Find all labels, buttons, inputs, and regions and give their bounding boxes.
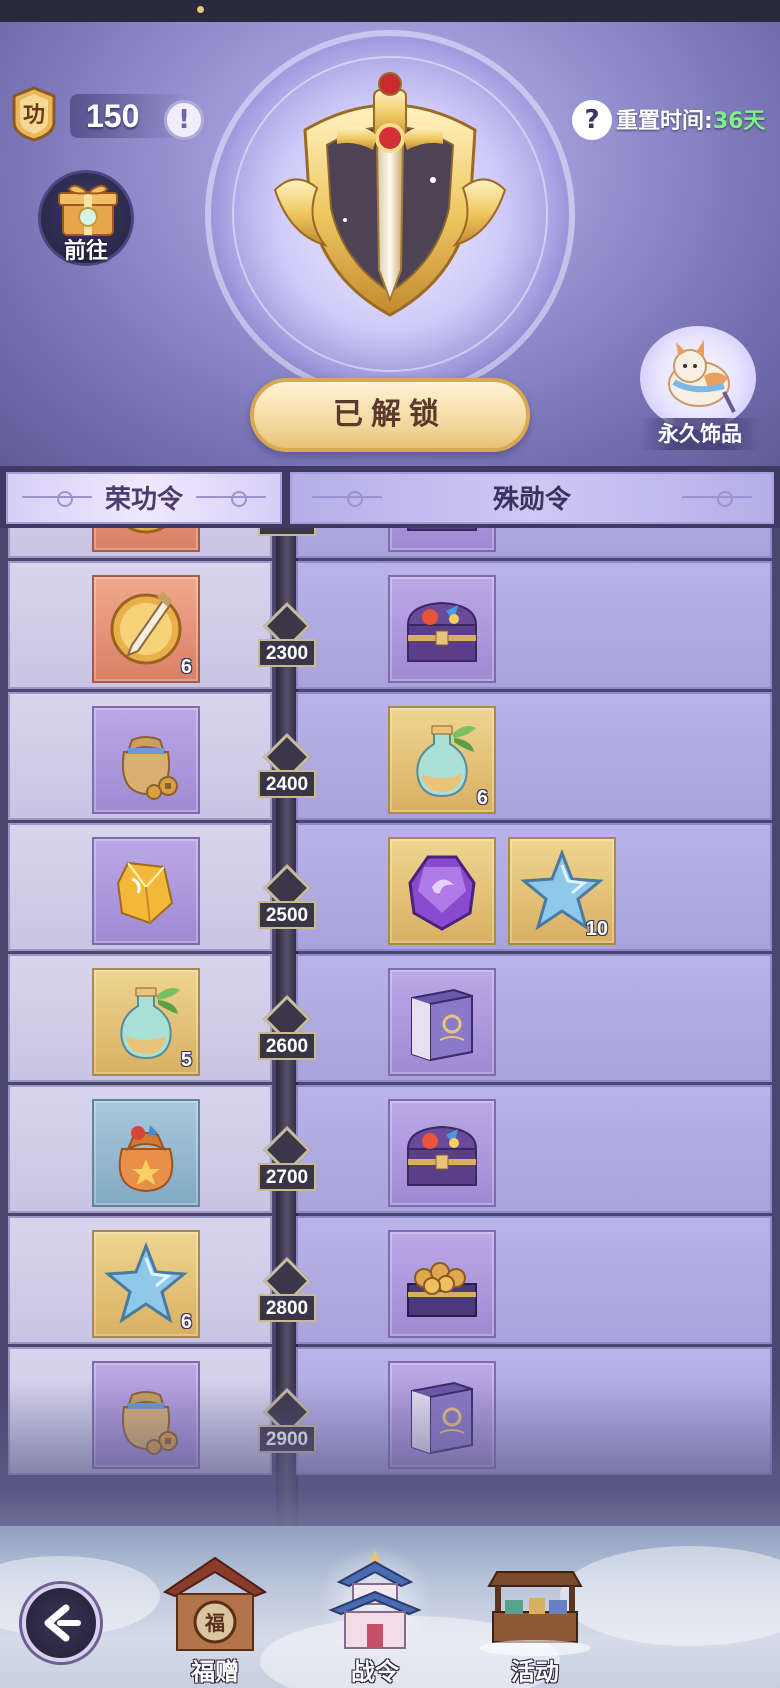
svg-text:功: 功 bbox=[23, 103, 45, 128]
free-reward-cell: 5 bbox=[8, 954, 272, 1082]
potion-bottle-icon bbox=[120, 987, 180, 1060]
pagoda-icon bbox=[328, 1550, 422, 1649]
level-label: 2700 bbox=[258, 1163, 316, 1191]
gift-house-icon: 福 bbox=[162, 1556, 268, 1651]
reward-row: 6 bbox=[8, 1216, 772, 1344]
reward-item[interactable]: 6 bbox=[388, 706, 496, 814]
reward-item[interactable] bbox=[388, 1230, 496, 1338]
reward-row: 5 bbox=[8, 954, 772, 1082]
reward-row: 6 bbox=[8, 692, 772, 820]
premium-reward-cell bbox=[296, 528, 772, 558]
nav-gift[interactable]: 福 福赠 bbox=[150, 1546, 280, 1686]
sword-medal-icon bbox=[127, 528, 165, 534]
free-reward-cell bbox=[8, 823, 272, 951]
reward-item[interactable]: 10 bbox=[508, 837, 616, 945]
sword-emblem-icon bbox=[273, 72, 507, 317]
level-label: 2400 bbox=[258, 770, 316, 798]
coin-pouch-icon bbox=[122, 736, 178, 800]
reward-item[interactable] bbox=[388, 528, 496, 552]
reset-days-value: 36天 bbox=[712, 109, 766, 134]
premium-reward-cell: 6 bbox=[296, 692, 772, 820]
item-count: 6 bbox=[180, 656, 192, 678]
reward-item[interactable] bbox=[92, 528, 200, 552]
permanent-decoration-label: 永久饰品 bbox=[640, 418, 760, 450]
book-icon bbox=[411, 988, 473, 1062]
pass-tabs: 荣功令 殊勋令 bbox=[0, 466, 780, 528]
free-reward-cell bbox=[8, 528, 272, 558]
reward-item[interactable] bbox=[92, 1099, 200, 1207]
market-stall-icon bbox=[479, 1571, 591, 1656]
nav-battle-pass-label: 战令 bbox=[351, 1658, 399, 1686]
battle-pass-screen: 功 150 ! ? 重置时间:36天 前往 已解锁 永久饰品 荣功令 殊勋令 6… bbox=[0, 0, 780, 1688]
potion-bottle-icon bbox=[416, 725, 476, 798]
premium-reward-cell bbox=[296, 1216, 772, 1344]
svg-text:福: 福 bbox=[204, 1611, 225, 1635]
nav-activity[interactable]: 活动 bbox=[470, 1546, 600, 1686]
reward-item[interactable]: 6 bbox=[92, 1230, 200, 1338]
free-reward-cell: 6 bbox=[8, 1216, 272, 1344]
tab-free-pass[interactable]: 荣功令 bbox=[6, 472, 282, 524]
item-count: 6 bbox=[476, 787, 488, 809]
back-button[interactable] bbox=[22, 1584, 100, 1662]
nav-activity-label: 活动 bbox=[511, 1658, 559, 1686]
reward-item[interactable] bbox=[388, 1099, 496, 1207]
reward-row: 6 bbox=[8, 561, 772, 689]
reward-item[interactable]: 5 bbox=[92, 968, 200, 1076]
free-reward-cell: 6 bbox=[8, 561, 272, 689]
reward-item[interactable] bbox=[388, 968, 496, 1076]
merit-badge-icon: 功 bbox=[12, 86, 56, 142]
tab-free-pass-label: 荣功令 bbox=[104, 485, 183, 515]
reset-time-label: 重置时间: bbox=[616, 109, 713, 134]
reset-time: 重置时间:36天 bbox=[616, 106, 765, 138]
battle-pass-header: 功 150 ! ? 重置时间:36天 前往 已解锁 永久饰品 bbox=[0, 0, 780, 470]
amber-crystal-icon bbox=[116, 861, 174, 925]
nav-battle-pass[interactable]: 战令 bbox=[310, 1546, 440, 1686]
reward-item[interactable] bbox=[388, 575, 496, 683]
premium-reward-cell: 10 bbox=[296, 823, 772, 951]
reward-track[interactable]: 66105622002300240025002600270028002900 bbox=[0, 528, 780, 1528]
tab-premium-pass-label: 殊勋令 bbox=[492, 485, 571, 515]
exclamation-icon[interactable]: ! bbox=[164, 100, 204, 140]
purple-gem-icon bbox=[408, 855, 476, 931]
reward-row bbox=[8, 528, 772, 558]
free-reward-cell bbox=[8, 1085, 272, 1213]
reward-item[interactable] bbox=[92, 706, 200, 814]
goto-label: 前往 bbox=[63, 239, 108, 264]
gift-box-icon bbox=[58, 184, 118, 236]
reward-row: 10 bbox=[8, 823, 772, 951]
permanent-decoration-button[interactable]: 永久饰品 bbox=[640, 326, 760, 452]
free-reward-cell bbox=[8, 692, 272, 820]
premium-reward-cell bbox=[296, 954, 772, 1082]
star-fragment-icon bbox=[104, 1241, 188, 1324]
goto-button[interactable]: 前往 bbox=[38, 170, 134, 266]
tab-premium-pass[interactable]: 殊勋令 bbox=[290, 472, 774, 524]
reward-item[interactable] bbox=[388, 837, 496, 945]
coin-chest-icon bbox=[407, 1262, 477, 1317]
sword-medal-icon bbox=[110, 591, 182, 665]
item-count: 5 bbox=[180, 1049, 192, 1071]
back-arrow-icon bbox=[44, 1604, 81, 1642]
reward-row bbox=[8, 1085, 772, 1213]
level-label: 2800 bbox=[258, 1294, 316, 1322]
reward-item[interactable]: 6 bbox=[92, 575, 200, 683]
level-label: 2500 bbox=[258, 901, 316, 929]
level-label: 2600 bbox=[258, 1032, 316, 1060]
bottom-nav: 福 福赠 战令 活动 bbox=[0, 1526, 780, 1688]
item-count: 6 bbox=[180, 1311, 192, 1333]
premium-reward-cell bbox=[296, 1085, 772, 1213]
cat-ornament-icon bbox=[668, 340, 736, 413]
treasure-chest-icon bbox=[406, 601, 478, 662]
item-count: 10 bbox=[585, 918, 608, 940]
nav-gift-label: 福赠 bbox=[191, 1658, 239, 1686]
unlock-status-button[interactable]: 已解锁 bbox=[250, 378, 530, 452]
reward-item[interactable] bbox=[92, 837, 200, 945]
level-label: 2300 bbox=[258, 639, 316, 667]
star-bag-icon bbox=[118, 1125, 174, 1193]
level-label: 2200 bbox=[258, 528, 316, 536]
status-strip bbox=[0, 0, 780, 22]
treasure-chest-icon bbox=[406, 1125, 478, 1186]
premium-reward-cell bbox=[296, 561, 772, 689]
treasure-chest-icon bbox=[407, 528, 477, 531]
question-icon[interactable]: ? bbox=[572, 100, 612, 140]
